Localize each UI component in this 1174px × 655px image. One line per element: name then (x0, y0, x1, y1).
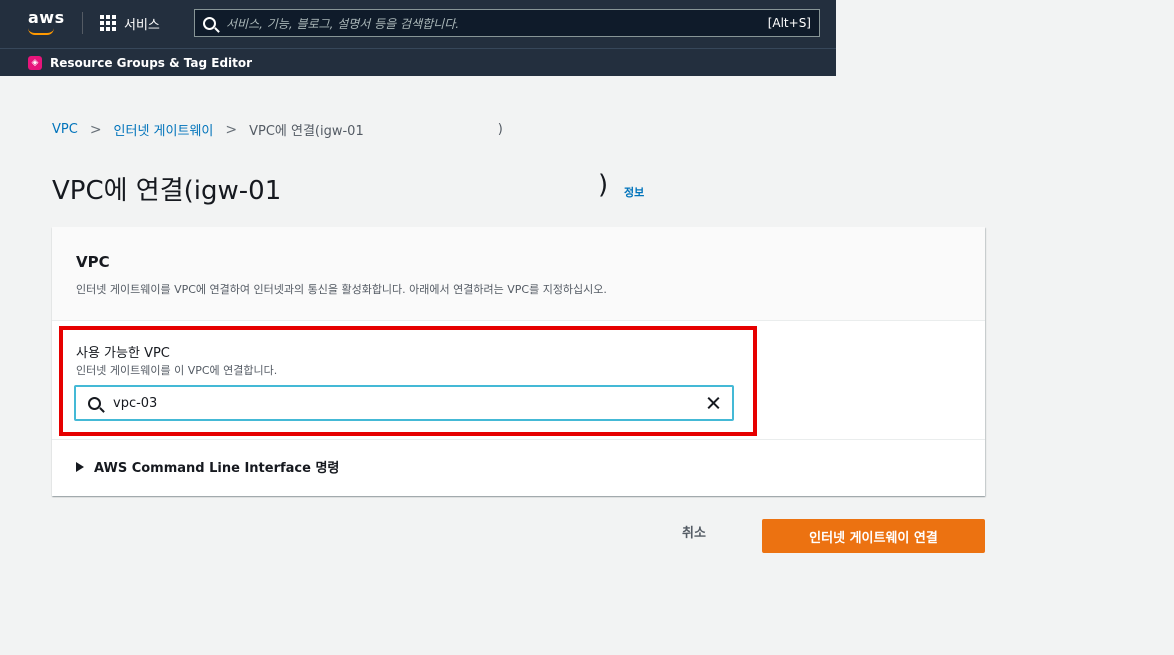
aws-smile-icon (28, 28, 54, 35)
breadcrumb: VPC > 인터넷 게이트웨이 > VPC에 연결(igw-01 ) (52, 120, 503, 140)
grid-icon (100, 15, 116, 31)
container-title: VPC (76, 253, 110, 271)
info-link[interactable]: 정보 (624, 184, 644, 200)
vpc-container: VPC 인터넷 게이트웨이를 VPC에 연결하여 인터넷과의 통신을 활성화합니… (52, 227, 985, 496)
container-header: VPC 인터넷 게이트웨이를 VPC에 연결하여 인터넷과의 통신을 활성화합니… (52, 227, 985, 321)
vpc-autosuggest-input[interactable]: vpc-03 (74, 385, 734, 421)
cancel-button[interactable]: 취소 (682, 522, 706, 541)
divider (52, 439, 985, 440)
breadcrumb-current-close: ) (497, 122, 503, 137)
close-icon[interactable] (704, 393, 724, 413)
available-vpc-label: 사용 가능한 VPC (76, 346, 170, 361)
top-navigation-bar: aws 서비스 서비스, 기능, 블로그, 설명서 등을 검색합니다. [Alt… (0, 0, 836, 48)
nav-divider (82, 12, 83, 34)
breadcrumb-vpc[interactable]: VPC (52, 122, 78, 137)
search-icon (88, 396, 101, 410)
breadcrumb-internet-gateways[interactable]: 인터넷 게이트웨이 (114, 120, 214, 139)
global-search-input[interactable]: 서비스, 기능, 블로그, 설명서 등을 검색합니다. [Alt+S] (194, 9, 820, 37)
available-vpc-description: 인터넷 게이트웨이를 이 VPC에 연결합니다. (76, 364, 278, 377)
page-title: VPC에 연결(igw-01 (52, 176, 282, 206)
cli-command-label: AWS Command Line Interface 명령 (94, 461, 340, 476)
search-placeholder: 서비스, 기능, 블로그, 설명서 등을 검색합니다. (226, 16, 460, 31)
resource-groups-link[interactable]: Resource Groups & Tag Editor (50, 56, 252, 70)
search-shortcut: [Alt+S] (767, 16, 811, 30)
attach-internet-gateway-button[interactable]: 인터넷 게이트웨이 연결 (762, 519, 985, 553)
breadcrumb-current: VPC에 연결(igw-01 (249, 124, 364, 139)
vpc-input-value: vpc-03 (113, 395, 158, 411)
page-title-close: ) (598, 170, 609, 200)
caret-right-icon (76, 461, 84, 472)
services-label: 서비스 (124, 17, 160, 33)
chevron-right-icon: > (89, 121, 102, 138)
container-description: 인터넷 게이트웨이를 VPC에 연결하여 인터넷과의 통신을 활성화합니다. 아… (76, 283, 607, 296)
services-menu-button[interactable]: 서비스 (100, 11, 160, 35)
chevron-right-icon: > (225, 121, 238, 138)
resource-groups-icon: ◈ (28, 55, 42, 70)
favorites-bar: ◈ Resource Groups & Tag Editor (0, 48, 836, 76)
search-icon (203, 16, 216, 30)
cli-command-expander[interactable]: AWS Command Line Interface 명령 (76, 457, 339, 476)
aws-logo[interactable]: aws (28, 8, 65, 27)
